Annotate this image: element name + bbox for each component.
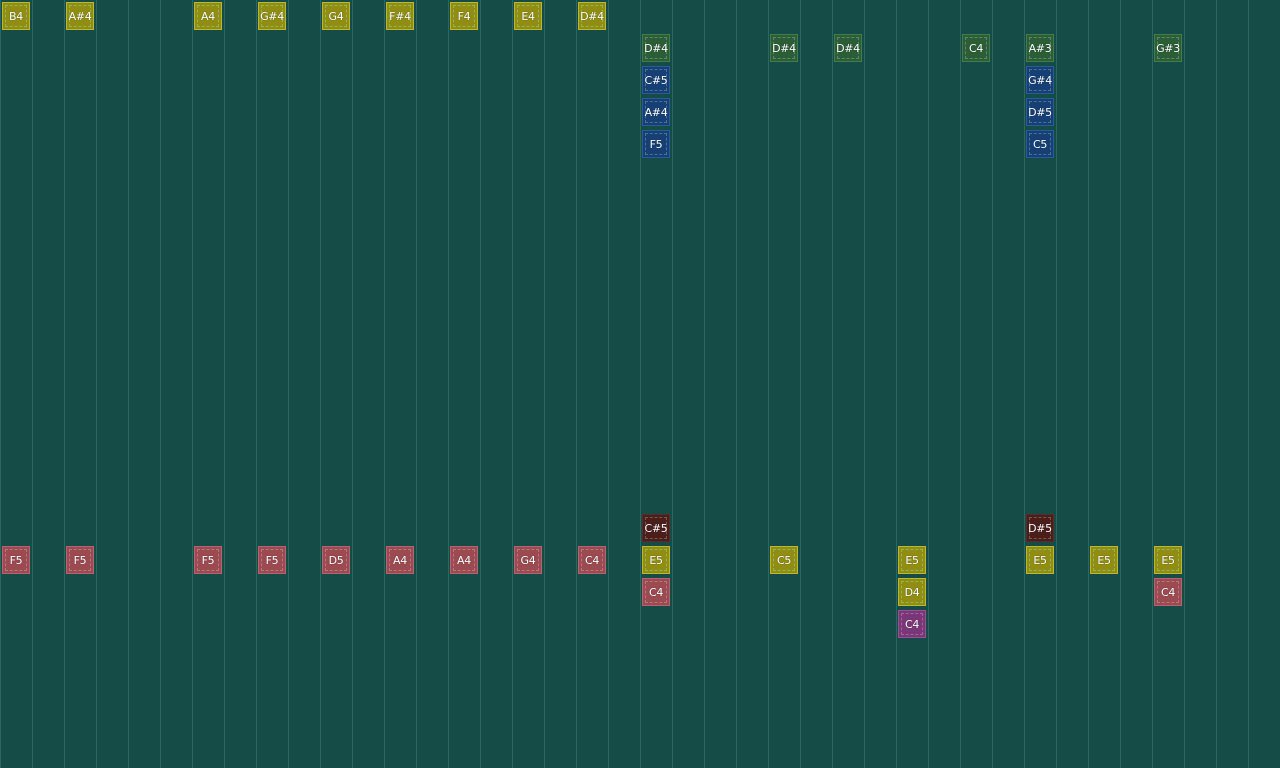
note-label: A#4 <box>68 9 92 23</box>
note-label: C4 <box>648 585 664 599</box>
note-label: F5 <box>649 137 663 151</box>
note-label: F#4 <box>389 9 411 23</box>
note-block[interactable]: E5 <box>1026 546 1054 574</box>
note-block[interactable]: E5 <box>1090 546 1118 574</box>
note-label: F5 <box>73 553 87 567</box>
note-label: E4 <box>521 9 535 23</box>
note-block[interactable]: A#3 <box>1026 34 1054 62</box>
note-block[interactable]: A4 <box>450 546 478 574</box>
note-block[interactable]: F4 <box>450 2 478 30</box>
note-block[interactable]: D#5 <box>1026 514 1054 542</box>
note-block[interactable]: A#4 <box>642 98 670 126</box>
note-layer: B4 A#4 A4 G#4 G4 F#4 F4 E4 D#4 D#4 D#4 D#4 C4 A#3 G#3 C… <box>0 0 1280 768</box>
note-block[interactable]: C4 <box>1154 578 1182 606</box>
note-label: C4 <box>904 617 920 631</box>
note-label: D#5 <box>1028 521 1052 535</box>
note-label: F4 <box>457 9 471 23</box>
note-label: D#4 <box>772 41 796 55</box>
note-block[interactable]: E5 <box>1154 546 1182 574</box>
note-block[interactable]: D#4 <box>834 34 862 62</box>
note-label: C4 <box>1160 585 1176 599</box>
note-block[interactable]: G#3 <box>1154 34 1182 62</box>
note-label: A4 <box>201 9 215 23</box>
note-block[interactable]: D4 <box>898 578 926 606</box>
note-label: D4 <box>904 585 920 599</box>
note-label: C#5 <box>644 521 668 535</box>
note-label: F5 <box>9 553 23 567</box>
note-label: G#3 <box>1156 41 1180 55</box>
note-block[interactable]: G#4 <box>1026 66 1054 94</box>
note-label: E5 <box>1033 553 1047 567</box>
note-label: G#4 <box>1028 73 1052 87</box>
note-label: C4 <box>584 553 600 567</box>
note-label: E5 <box>1161 553 1175 567</box>
note-block[interactable]: D#4 <box>770 34 798 62</box>
note-block[interactable]: C4 <box>962 34 990 62</box>
note-block[interactable]: F#4 <box>386 2 414 30</box>
note-block[interactable]: C5 <box>1026 130 1054 158</box>
note-label: E5 <box>1097 553 1111 567</box>
note-label: C#5 <box>644 73 668 87</box>
note-label: B4 <box>9 9 23 23</box>
note-block[interactable]: E5 <box>642 546 670 574</box>
note-label: A4 <box>457 553 471 567</box>
note-block[interactable]: F5 <box>194 546 222 574</box>
note-block[interactable]: E5 <box>898 546 926 574</box>
note-block[interactable]: D#4 <box>642 34 670 62</box>
note-label: E5 <box>649 553 663 567</box>
note-block[interactable]: A#4 <box>66 2 94 30</box>
note-block[interactable]: C4 <box>898 610 926 638</box>
note-label: C5 <box>776 553 792 567</box>
note-label: G#4 <box>260 9 284 23</box>
note-block[interactable]: D5 <box>322 546 350 574</box>
note-block[interactable]: C#5 <box>642 66 670 94</box>
note-label: A#4 <box>644 105 668 119</box>
note-block[interactable]: F5 <box>642 130 670 158</box>
note-block[interactable]: F5 <box>66 546 94 574</box>
note-label: G4 <box>328 9 344 23</box>
note-block[interactable]: C4 <box>578 546 606 574</box>
note-block[interactable]: A4 <box>386 546 414 574</box>
note-block[interactable]: G#4 <box>258 2 286 30</box>
note-block[interactable]: C5 <box>770 546 798 574</box>
note-label: G4 <box>520 553 536 567</box>
note-label: D#4 <box>580 9 604 23</box>
note-label: C4 <box>968 41 984 55</box>
note-label: A4 <box>393 553 407 567</box>
note-block[interactable]: B4 <box>2 2 30 30</box>
note-block[interactable]: C#5 <box>642 514 670 542</box>
note-label: F5 <box>265 553 279 567</box>
note-block[interactable]: D#5 <box>1026 98 1054 126</box>
note-label: D#5 <box>1028 105 1052 119</box>
note-block[interactable]: G4 <box>322 2 350 30</box>
note-label: D#4 <box>644 41 668 55</box>
note-block[interactable]: D#4 <box>578 2 606 30</box>
note-label: C5 <box>1032 137 1048 151</box>
note-block[interactable]: F5 <box>2 546 30 574</box>
note-label: E5 <box>905 553 919 567</box>
note-label: D#4 <box>836 41 860 55</box>
note-block[interactable]: E4 <box>514 2 542 30</box>
note-label: D5 <box>328 553 344 567</box>
note-label: F5 <box>201 553 215 567</box>
note-block[interactable]: C4 <box>642 578 670 606</box>
note-block[interactable]: F5 <box>258 546 286 574</box>
note-label: A#3 <box>1028 41 1052 55</box>
note-block[interactable]: A4 <box>194 2 222 30</box>
note-block[interactable]: G4 <box>514 546 542 574</box>
